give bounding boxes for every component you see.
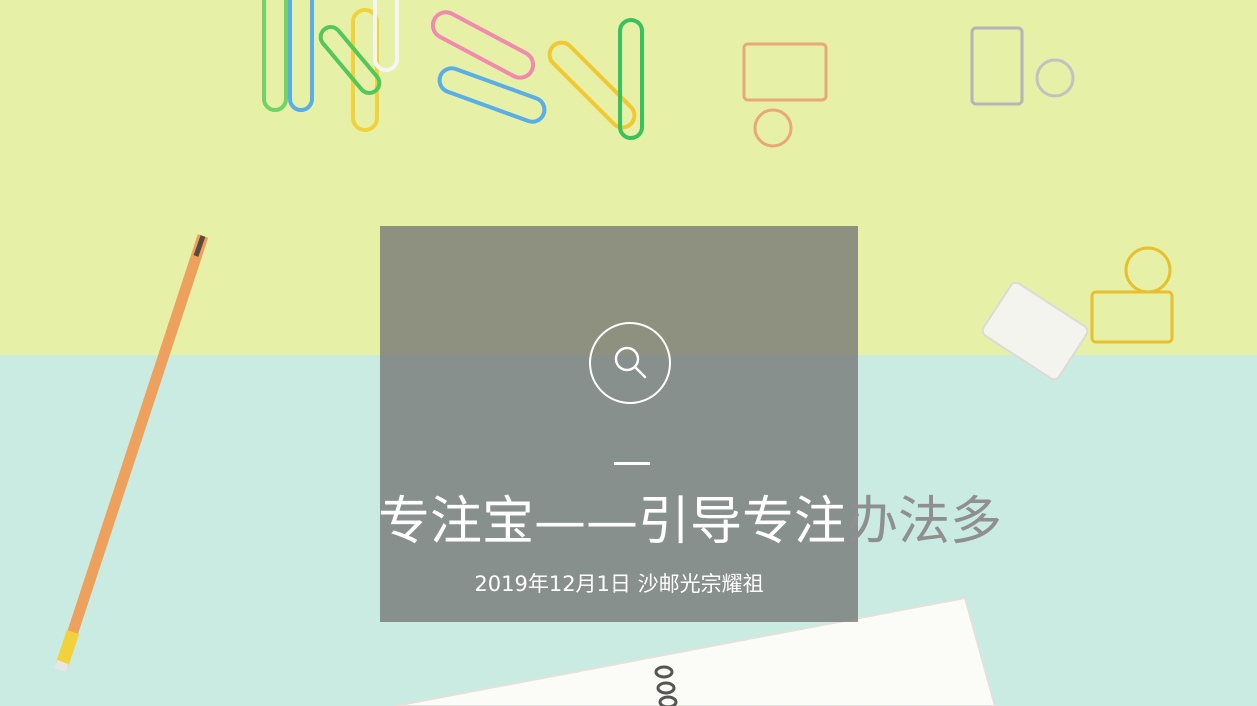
- pencil: [54, 234, 209, 673]
- paper-clip-blue: [288, 0, 314, 112]
- binder-clip-silver-handle: [1035, 58, 1075, 98]
- slide-title: 专注宝——引导专注办法多: [378, 490, 1002, 554]
- title-divider: [614, 462, 650, 465]
- paper-clip-green: [262, 0, 288, 112]
- binder-clip-silver: [970, 26, 1024, 106]
- search-icon: [589, 322, 671, 404]
- eraser: [981, 281, 1089, 381]
- paper-clip-yellow-2: [547, 40, 637, 130]
- binder-clip-orange: [742, 42, 828, 102]
- slide-subtitle: 2019年12月1日 沙邮光宗耀祖: [474, 572, 764, 596]
- binder-clip-gold: [1090, 290, 1174, 344]
- binder-clip-orange-handle: [753, 108, 793, 148]
- paper-clip-green-3: [618, 18, 644, 140]
- title-card-overlay: [380, 226, 858, 622]
- slide-title-gray-part: 办法多: [846, 492, 1003, 552]
- binder-clip-gold-handle: [1124, 246, 1172, 294]
- slide-title-white-part: 专注宝——引导专注: [378, 492, 847, 552]
